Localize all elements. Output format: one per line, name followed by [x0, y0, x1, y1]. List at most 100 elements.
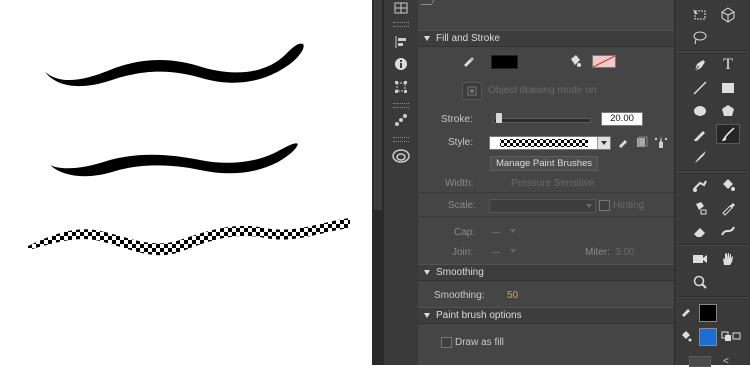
hinting-label: Hinting	[613, 200, 645, 211]
tool-separator	[677, 50, 749, 52]
swap-colors-icon[interactable]	[721, 330, 741, 345]
eraser-tool-icon[interactable]	[689, 222, 711, 240]
hinting-checkbox[interactable]	[599, 200, 610, 211]
paint-bucket-tool-icon[interactable]	[717, 176, 739, 194]
fill-and-stroke-title: Fill and Stroke	[436, 33, 500, 44]
chevron-down-icon[interactable]	[510, 249, 516, 253]
tools-panel: T <	[674, 0, 750, 367]
fill-and-stroke-header[interactable]: Fill and Stroke	[418, 30, 674, 47]
polystar-tool-icon[interactable]	[717, 102, 739, 120]
stroke-checker-pattern	[28, 218, 350, 256]
transform-icon[interactable]	[388, 77, 414, 97]
miter-label: Miter:	[585, 247, 610, 258]
style-dropdown[interactable]	[489, 136, 611, 150]
rectangle-tool-icon[interactable]	[717, 79, 739, 97]
brush-tool-icon[interactable]	[689, 148, 711, 166]
expand-triangle-icon	[424, 36, 430, 41]
chevron-down-icon	[586, 204, 592, 208]
fill-color-swatch[interactable]	[592, 55, 616, 68]
code-snippets-icon[interactable]	[388, 110, 414, 130]
join-style-icon[interactable]	[492, 252, 500, 253]
divider	[418, 192, 674, 193]
stroke-slider-thumb[interactable]	[495, 113, 502, 123]
scale-dropdown[interactable]	[489, 199, 596, 213]
width-tool-icon[interactable]	[717, 222, 739, 240]
scale-label: Scale:	[448, 200, 476, 211]
paint-brush-options-icon[interactable]	[654, 135, 668, 152]
stage-canvas[interactable]	[0, 0, 372, 365]
stroke-color-swatch[interactable]	[491, 55, 518, 69]
zoom-tool-icon[interactable]	[689, 273, 711, 291]
chevron-down-icon	[597, 137, 610, 149]
brush-library-icon[interactable]	[636, 136, 648, 151]
stroke-solid-smooth	[45, 43, 304, 87]
pen-tool-icon[interactable]	[689, 56, 711, 74]
cc-libraries-icon[interactable]	[388, 146, 414, 166]
join-label: Join:	[452, 247, 474, 258]
panel-corner-icon	[420, 0, 435, 5]
stroke-solid-rough	[50, 143, 298, 177]
paint-brush-options-title: Paint brush options	[436, 310, 522, 321]
text-tool-icon[interactable]: T	[717, 56, 739, 74]
stroke-color-pencil-icon	[680, 305, 692, 320]
object-drawing-mode-label: Object drawing mode on	[488, 85, 597, 96]
panel-grip[interactable]	[393, 22, 409, 27]
miter-value[interactable]: 3.00	[615, 247, 634, 258]
stage-drawing	[28, 43, 350, 256]
tool-separator	[677, 296, 749, 298]
panel-grip[interactable]	[393, 137, 409, 142]
tool-options-button[interactable]	[689, 356, 711, 367]
properties-panel: Fill and Stroke Object drawing mode on S…	[418, 0, 674, 365]
swatches-icon[interactable]	[388, 0, 414, 18]
properties-top-area	[418, 0, 674, 30]
panel-grip[interactable]	[393, 103, 409, 108]
draw-as-fill-label: Draw as fill	[455, 337, 504, 348]
tool-separator	[677, 244, 749, 246]
fill-color-chip[interactable]	[699, 328, 717, 346]
3d-rotation-tool-icon[interactable]	[717, 6, 739, 24]
style-label: Style:	[448, 137, 474, 148]
edit-stroke-style-icon[interactable]	[617, 136, 629, 151]
fill-color-bucket-icon	[680, 330, 692, 345]
width-label: Width:	[445, 178, 474, 189]
camera-tool-icon[interactable]	[689, 250, 711, 268]
fill-bucket-icon	[568, 54, 582, 71]
line-tool-icon[interactable]	[689, 79, 711, 97]
expand-triangle-icon	[424, 313, 430, 318]
free-transform-tool-icon[interactable]	[689, 6, 711, 24]
ink-bottle-tool-icon[interactable]	[689, 199, 711, 217]
hand-tool-icon[interactable]	[717, 250, 739, 268]
panel-icon-bar	[384, 0, 419, 365]
lasso-tool-icon[interactable]	[689, 29, 711, 47]
bone-tool-icon[interactable]	[689, 176, 711, 194]
scrollbar-thumb[interactable]	[374, 0, 382, 210]
paint-brush-options-header[interactable]: Paint brush options	[418, 307, 674, 324]
stroke-size-input[interactable]: 20.00	[601, 112, 643, 126]
stroke-color-chip[interactable]	[699, 304, 717, 322]
align-icon[interactable]	[388, 32, 414, 52]
draw-as-fill-checkbox[interactable]	[441, 337, 452, 348]
smoothing-title: Smoothing	[436, 267, 484, 278]
collapse-icon[interactable]: <	[723, 356, 729, 367]
paint-brush-tool-icon[interactable]	[716, 124, 740, 144]
smoothing-header[interactable]: Smoothing	[418, 264, 674, 281]
width-value[interactable]: Pressure Sensitive	[511, 178, 594, 189]
stage-scrollbar[interactable]	[372, 0, 384, 365]
stroke-color-pencil-icon	[462, 55, 474, 70]
manage-paint-brushes-button[interactable]: Manage Paint Brushes	[490, 156, 598, 171]
stroke-slider-track[interactable]	[493, 118, 591, 123]
oval-tool-icon[interactable]	[689, 102, 711, 120]
cap-style-icon[interactable]	[492, 232, 500, 233]
divider	[418, 216, 674, 217]
info-icon[interactable]	[388, 54, 414, 74]
chevron-down-icon[interactable]	[510, 229, 516, 233]
smoothing-label: Smoothing:	[434, 290, 485, 301]
smoothing-value[interactable]: 50	[507, 290, 518, 301]
object-drawing-mode-button[interactable]	[462, 82, 482, 100]
stroke-label: Stroke:	[441, 114, 473, 125]
eyedropper-tool-icon[interactable]	[717, 199, 739, 217]
expand-triangle-icon	[424, 270, 430, 275]
cap-label: Cap:	[454, 227, 476, 238]
pencil-tool-icon[interactable]	[689, 125, 711, 143]
tool-separator	[677, 170, 749, 172]
